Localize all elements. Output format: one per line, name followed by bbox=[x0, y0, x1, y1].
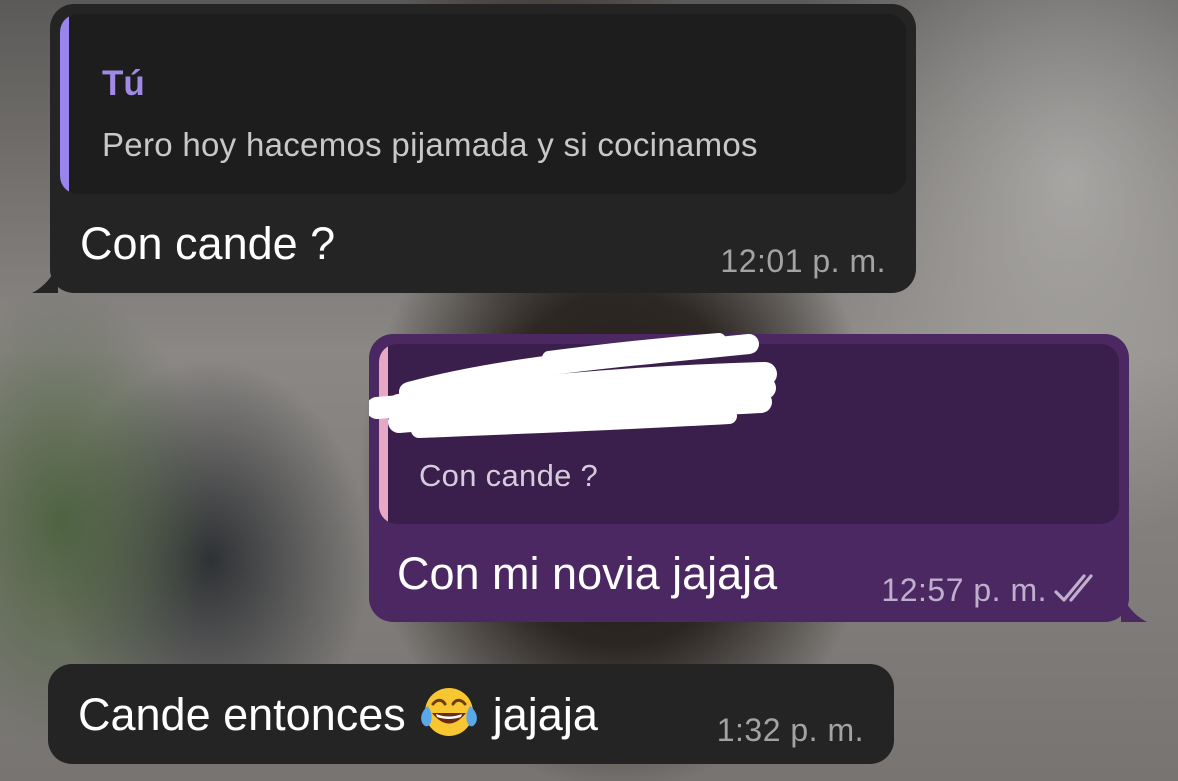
double-check-icon bbox=[1054, 574, 1093, 602]
reply-accent-bar bbox=[60, 14, 69, 194]
message-text-end: jajaja bbox=[492, 689, 598, 740]
tears-of-joy-emoji bbox=[421, 688, 478, 736]
redaction-scribble bbox=[369, 333, 777, 438]
message-text: Con mi novia jajaja bbox=[397, 548, 778, 599]
message-bubble-incoming[interactable]: Cande entonces jajaja 1:32 p. m. bbox=[48, 664, 894, 764]
reply-sender-name: Tú bbox=[102, 64, 145, 103]
message-text-start: Cande entonces bbox=[78, 689, 406, 740]
message-bubble-outgoing[interactable]: Con cande ? Con mi novia jajaja 12:57 p.… bbox=[369, 333, 1147, 622]
bubble-tail bbox=[32, 265, 58, 293]
reply-text: Con cande ? bbox=[419, 458, 599, 493]
message-bubble-incoming[interactable]: Tú Pero hoy hacemos pijamada y si cocina… bbox=[32, 4, 916, 293]
message-time: 12:57 p. m. bbox=[881, 572, 1047, 608]
message-time: 12:01 p. m. bbox=[720, 243, 886, 279]
bubble-tail bbox=[1121, 594, 1147, 622]
message-text: Cande entonces jajaja bbox=[78, 686, 598, 741]
message-text: Con cande ? bbox=[80, 218, 336, 269]
message-time: 1:32 p. m. bbox=[716, 712, 864, 748]
reply-text: Pero hoy hacemos pijamada y si cocinamos bbox=[102, 126, 758, 163]
quoted-reply[interactable]: Tú Pero hoy hacemos pijamada y si cocina… bbox=[60, 14, 906, 194]
